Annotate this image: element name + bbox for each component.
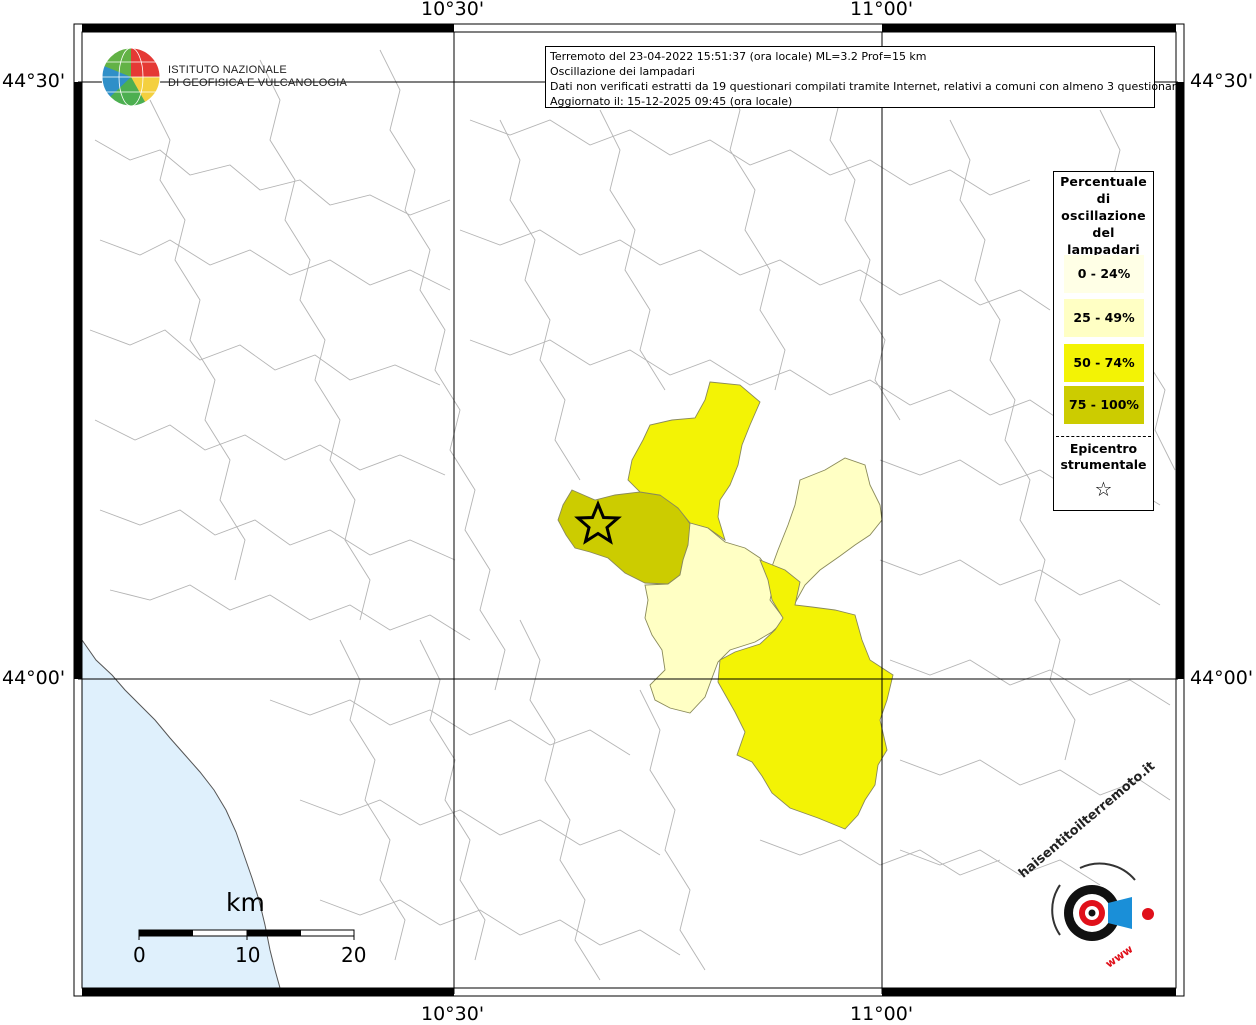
legend-swatch-0-24: 0 - 24%: [1064, 255, 1144, 293]
legend-title-line: del: [1092, 225, 1115, 240]
event-title: Terremoto del 23-04-2022 15:51:37 (ora l…: [550, 50, 927, 63]
legend-epicenter-line1: Epicentro: [1069, 441, 1138, 456]
top-lon-label-1100: 11°00': [850, 0, 914, 20]
affected-municipalities: [557, 381, 894, 830]
map-subject: Oscillazione dei lampadari: [550, 65, 695, 78]
scale-label-20: 20: [341, 943, 367, 967]
scale-label-10: 10: [235, 943, 261, 967]
haisentito-logo-icon: [1051, 862, 1154, 941]
legend: Percentuale di oscillazione del lampadar…: [1053, 171, 1154, 511]
ingv-name-line1: ISTITUTO NAZIONALE: [168, 64, 287, 76]
left-lat-label-4430: 44°30': [2, 70, 66, 92]
legend-separator: [1056, 436, 1151, 437]
scale-unit: km: [226, 888, 265, 917]
ingv-globe-icon: [101, 47, 161, 107]
right-lat-label-4400: 44°00': [1190, 667, 1254, 689]
legend-swatch-75-100: 75 - 100%: [1064, 386, 1144, 424]
bottom-lon-label-1100: 11°00': [850, 1003, 914, 1025]
legend-title-line: Percentuale: [1060, 174, 1147, 189]
update-time: Aggiornato il: 15-12-2025 09:45 (ora loc…: [550, 95, 793, 108]
event-info-box: Terremoto del 23-04-2022 15:51:37 (ora l…: [545, 46, 1183, 108]
ingv-logo-text: ISTITUTO NAZIONALE DI GEOFISICA E VULCAN…: [168, 64, 347, 90]
legend-title: Percentuale di oscillazione del lampadar…: [1054, 173, 1153, 258]
legend-title-line: di: [1096, 191, 1111, 206]
scale-label-0: 0: [133, 943, 146, 967]
legend-swatch-25-49: 25 - 49%: [1064, 299, 1144, 337]
data-note: Dati non verificati estratti da 19 quest…: [550, 80, 1183, 93]
right-lat-label-4430: 44°30': [1190, 70, 1254, 92]
legend-epicenter-line2: strumentale: [1060, 457, 1147, 472]
left-lat-label-4400: 44°00': [2, 667, 66, 689]
top-lon-label-1030: 10°30': [421, 0, 485, 20]
bottom-lon-label-1030: 10°30': [421, 1003, 485, 1025]
ingv-name-line2: DI GEOFISICA E VULCANOLOGIA: [168, 77, 347, 89]
legend-star-icon: ☆: [1094, 477, 1113, 501]
legend-title-line: oscillazione: [1061, 208, 1146, 223]
map-canvas: [73, 23, 1185, 997]
legend-swatch-50-74: 50 - 74%: [1064, 344, 1144, 382]
